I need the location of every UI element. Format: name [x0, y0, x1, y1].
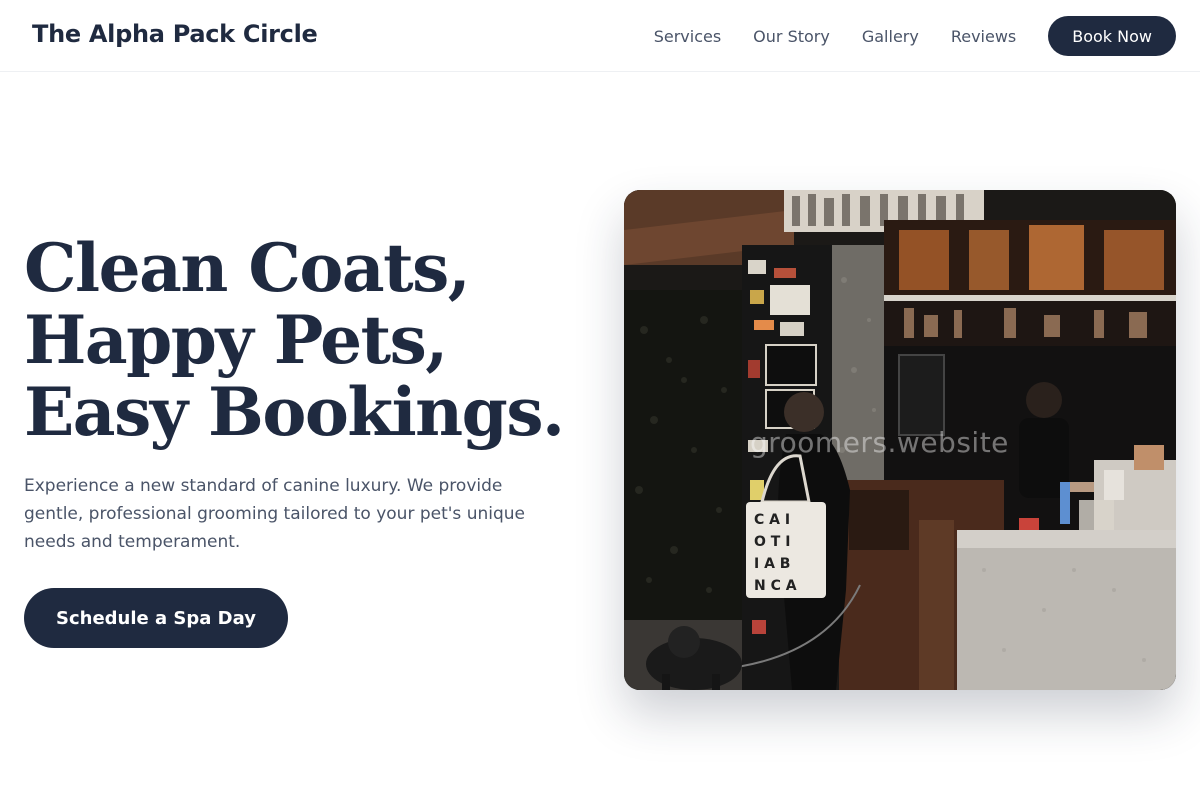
schedule-spa-day-button[interactable]: Schedule a Spa Day	[24, 588, 288, 648]
image-watermark: groomers.website	[750, 426, 1009, 459]
tote-bag-letters: N C A	[754, 578, 797, 594]
nav-link-our-story[interactable]: Our Story	[753, 27, 830, 46]
tote-bag-letters: C A I	[754, 512, 790, 528]
book-now-button[interactable]: Book Now	[1048, 16, 1176, 56]
hero-description: Experience a new standard of canine luxu…	[24, 476, 525, 552]
headline-line: Happy Pets,	[24, 301, 448, 379]
tote-bag-letters: I A B	[754, 556, 790, 572]
tote-bag-letters: O T I	[754, 534, 790, 550]
nav-link-gallery[interactable]: Gallery	[862, 27, 919, 46]
main-nav: Services Our Story Gallery Reviews Book …	[654, 16, 1176, 56]
headline-line: Clean Coats,	[24, 229, 471, 307]
headline-line: Easy Bookings.	[24, 373, 565, 451]
nav-link-services[interactable]: Services	[654, 27, 721, 46]
hero-image: C A I O T I I A B N C A groomers.website	[624, 190, 1176, 690]
nav-link-reviews[interactable]: Reviews	[951, 27, 1016, 46]
hero-headline: Clean Coats, Happy Pets, Easy Bookings.	[24, 232, 584, 448]
site-header: The Alpha Pack Circle Services Our Story…	[0, 0, 1200, 72]
brand-logo[interactable]: The Alpha Pack Circle	[32, 20, 318, 48]
